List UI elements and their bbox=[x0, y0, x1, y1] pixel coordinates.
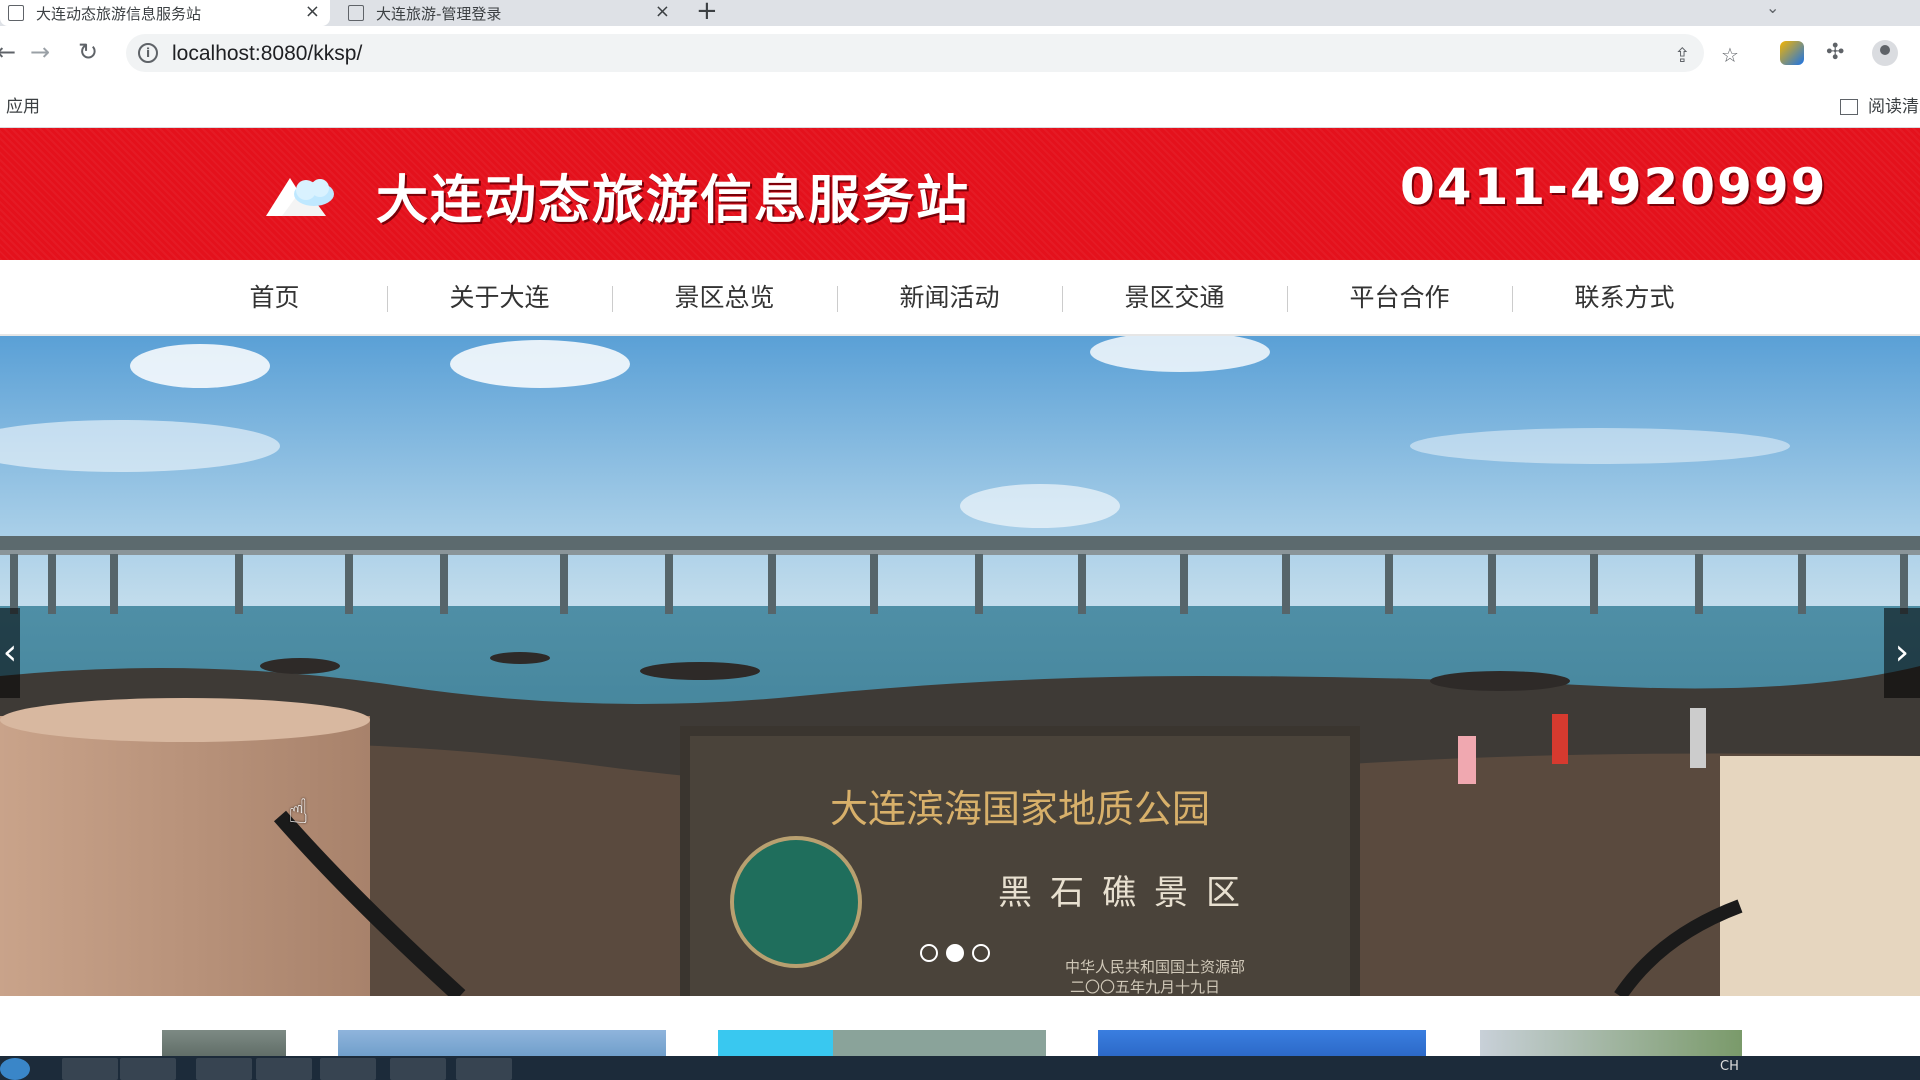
bookmark-apps[interactable]: 应用 bbox=[6, 92, 930, 1054]
slide-dot-2[interactable] bbox=[946, 944, 964, 962]
page-favicon-icon bbox=[348, 5, 364, 21]
taskbar-app-ie-icon[interactable] bbox=[256, 1058, 312, 1080]
nav-item-scenic-overview[interactable]: 景区总览 bbox=[612, 260, 837, 336]
monument-subtitle-text: 黑石礁景区 bbox=[998, 873, 1258, 913]
forward-arrow-icon[interactable]: → bbox=[30, 38, 50, 66]
reading-list-icon bbox=[1840, 99, 1858, 115]
taskbar-app-chrome-icon[interactable] bbox=[120, 1058, 176, 1080]
taskbar-app-folder-icon[interactable] bbox=[62, 1058, 118, 1080]
tab-title: 大连动态旅游信息服务站 bbox=[36, 4, 202, 23]
back-arrow-icon[interactable]: ← bbox=[0, 38, 16, 66]
bookmark-apps-label: 应用 bbox=[6, 97, 40, 117]
taskbar-app-icon[interactable] bbox=[456, 1058, 512, 1080]
featured-thumbnails bbox=[0, 996, 1920, 1060]
site-header: 大连动态旅游信息服务站 0411-4920999 bbox=[0, 128, 1920, 260]
input-language-indicator[interactable]: CH bbox=[1720, 1059, 1739, 1074]
slide-prev-button[interactable]: ‹ bbox=[0, 608, 20, 698]
taskbar-app-icon[interactable] bbox=[196, 1058, 252, 1080]
tab-search-chevron-icon[interactable]: ⌄ bbox=[1766, 0, 1779, 17]
address-bar[interactable]: i localhost:8080/kksp/ ⇪ ☆ bbox=[126, 34, 1739, 72]
start-orb-icon[interactable] bbox=[0, 1058, 30, 1080]
nav-item-contact[interactable]: 联系方式 bbox=[1512, 260, 1737, 336]
site-title[interactable]: 大连动态旅游信息服务站 bbox=[376, 158, 970, 233]
slide-dot-3[interactable] bbox=[972, 944, 990, 962]
nav-item-scenic-transport[interactable]: 景区交通 bbox=[1062, 260, 1287, 336]
slide-dot-1[interactable] bbox=[920, 944, 938, 962]
browser-tab-active[interactable]: 大连动态旅游信息服务站 × bbox=[0, 0, 330, 26]
main-nav: 首页 关于大连 景区总览 新闻活动 景区交通 平台合作 联系方式 bbox=[0, 260, 1920, 336]
extensions-puzzle-icon[interactable]: ✣ bbox=[1826, 40, 1844, 65]
monument-issuer-text: 中华人民共和国国土资源部 bbox=[1065, 958, 1245, 976]
nav-item-platform-cooperation[interactable]: 平台合作 bbox=[1287, 260, 1512, 336]
close-tab-icon[interactable]: × bbox=[655, 1, 670, 22]
bookmarks-bar: 应用 阅读清单 bbox=[0, 80, 1920, 1054]
monument-title-text: 大连滨海国家地质公园 bbox=[830, 787, 1210, 831]
extension-shield-icon[interactable] bbox=[1780, 41, 1804, 65]
nav-item-home[interactable]: 首页 bbox=[162, 260, 387, 336]
tab-title: 大连旅游-管理登录 bbox=[376, 4, 502, 23]
taskbar-app-icon[interactable] bbox=[320, 1058, 376, 1080]
slide-next-button[interactable]: › bbox=[1884, 608, 1920, 698]
reading-list-label: 阅读清单 bbox=[1868, 97, 1920, 117]
slide-indicators bbox=[920, 944, 990, 962]
taskbar-app-icon[interactable] bbox=[390, 1058, 446, 1080]
site-info-icon[interactable]: i bbox=[138, 43, 158, 63]
nav-item-news-events[interactable]: 新闻活动 bbox=[837, 260, 1062, 336]
browser-tab[interactable]: 大连旅游-管理登录 × bbox=[340, 0, 680, 26]
os-taskbar: CH bbox=[0, 1056, 1920, 1080]
hotline-number: 0411-4920999 bbox=[1400, 158, 1828, 216]
banner-slideshow[interactable]: 大连滨海国家地质公园 黑石礁景区 中华人民共和国国土资源部 二〇〇五年九月十九日 bbox=[0, 336, 1920, 996]
profile-avatar[interactable] bbox=[1872, 40, 1898, 66]
reading-list-button[interactable]: 阅读清单 bbox=[1840, 92, 1920, 117]
monument-date-text: 二〇〇五年九月十九日 bbox=[1070, 978, 1220, 996]
browser-toolbar: ← → ↻ i localhost:8080/kksp/ ⇪ ☆ ✣ bbox=[0, 26, 1920, 80]
address-url[interactable]: localhost:8080/kksp/ bbox=[172, 42, 362, 66]
bookmark-star-icon[interactable]: ☆ bbox=[1721, 43, 1739, 67]
browser-tab-strip: 大连动态旅游信息服务站 × 大连旅游-管理登录 × + ⌄ bbox=[0, 0, 1920, 26]
hand-cursor-icon: ☝ bbox=[288, 792, 309, 832]
share-icon[interactable]: ⇪ bbox=[1674, 43, 1691, 67]
reload-icon[interactable]: ↻ bbox=[78, 38, 98, 66]
close-tab-icon[interactable]: × bbox=[305, 1, 320, 22]
new-tab-button[interactable]: + bbox=[696, 0, 718, 26]
nav-item-about-dalian[interactable]: 关于大连 bbox=[387, 260, 612, 336]
banner-image: 大连滨海国家地质公园 黑石礁景区 中华人民共和国国土资源部 二〇〇五年九月十九日 bbox=[0, 336, 1920, 996]
page-favicon-icon bbox=[8, 5, 24, 21]
mountain-cloud-logo-icon bbox=[266, 178, 334, 216]
